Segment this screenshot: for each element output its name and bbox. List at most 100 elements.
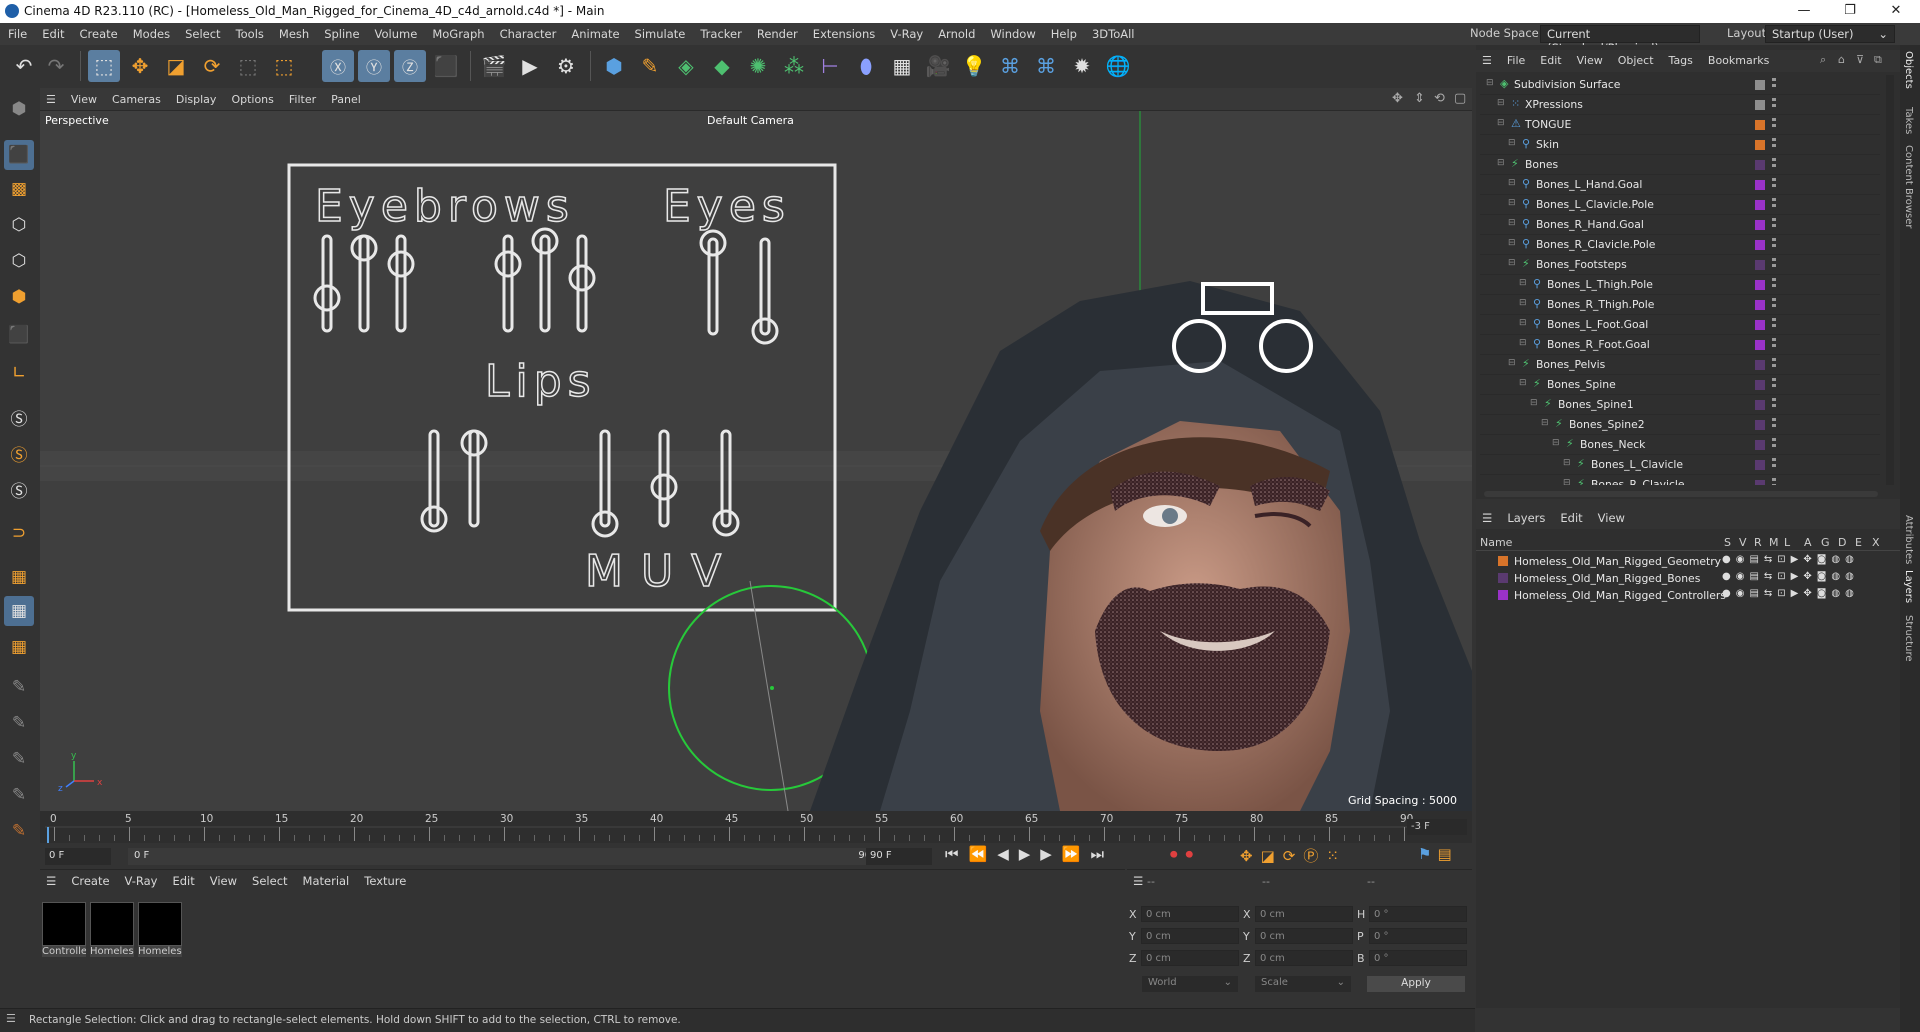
object-tree-row[interactable]: ⊟ ⚡ Bones_Spine2	[1480, 415, 1880, 435]
pos-z-field[interactable]	[1141, 950, 1239, 966]
world-dropdown[interactable]: World ⌄	[1142, 976, 1238, 992]
sculpt-icon[interactable]: ✎	[4, 708, 34, 738]
record-icon[interactable]: ⏺	[1170, 845, 1186, 863]
material-item[interactable]: Homeles	[138, 902, 184, 958]
tab-layers[interactable]: Layers	[1903, 570, 1914, 603]
menu-help[interactable]: Help	[1043, 23, 1084, 45]
visibility-dots[interactable]	[1772, 438, 1776, 450]
object-name[interactable]: Bones_Spine1	[1558, 398, 1634, 411]
scale-dropdown[interactable]: Scale ⌄	[1255, 976, 1351, 992]
vp-menu-panel[interactable]: Panel	[323, 88, 368, 110]
object-tree-row[interactable]: ⊟ ⚡ Bones	[1480, 155, 1880, 175]
search-icon[interactable]: ⌕	[1820, 53, 1826, 67]
object-name[interactable]: Bones_R_Hand.Goal	[1536, 218, 1644, 231]
layer-row[interactable]: Homeless_Old_Man_Rigged_Bones ●◉▤⇆⊡▶✥◙◍◍	[1476, 570, 1876, 587]
vp-menu-options[interactable]: Options	[223, 88, 280, 110]
expand-toggle-icon[interactable]: ⊟	[1508, 238, 1516, 248]
expand-toggle-icon[interactable]: ⊟	[1497, 98, 1505, 108]
col-name[interactable]: Name	[1480, 536, 1512, 549]
layer-color-tag[interactable]	[1755, 320, 1765, 330]
layer-color-tag[interactable]	[1755, 480, 1765, 485]
expand-toggle-icon[interactable]: ⊟	[1508, 138, 1516, 148]
end-frame-field[interactable]: 90 F	[866, 848, 932, 865]
visibility-dots[interactable]	[1772, 158, 1776, 170]
visibility-dots[interactable]	[1772, 458, 1776, 470]
object-hscrollbar[interactable]	[1484, 491, 1878, 497]
brush-icon[interactable]: ✎	[4, 744, 34, 774]
close-button[interactable]: ✕	[1873, 0, 1919, 23]
go-to-start-icon[interactable]: ⏮	[945, 845, 969, 863]
menu-tools[interactable]: Tools	[228, 23, 271, 45]
layer-color-tag[interactable]	[1755, 260, 1765, 270]
tab-takes[interactable]: Takes	[1903, 107, 1914, 134]
object-name[interactable]: Bones_L_Hand.Goal	[1536, 178, 1642, 191]
menu-volume[interactable]: Volume	[367, 23, 425, 45]
render-view-icon[interactable]: 🎬	[478, 50, 510, 82]
undo-icon[interactable]: ↶	[8, 50, 40, 82]
weight-icon[interactable]: ✎	[4, 780, 34, 810]
workplane-snap-icon[interactable]: Ⓢ	[4, 474, 34, 504]
menu-edit[interactable]: Edit	[34, 23, 71, 45]
maximize-view-icon[interactable]: ▢	[1454, 91, 1466, 106]
vp-menu-display[interactable]: Display	[168, 88, 224, 110]
menu-file[interactable]: File	[0, 23, 34, 45]
expand-toggle-icon[interactable]: ⊟	[1497, 158, 1505, 168]
tab-content-browser[interactable]: Content Browser	[1903, 145, 1914, 228]
menu-character[interactable]: Character	[492, 23, 564, 45]
previous-frame-icon[interactable]: ◀	[997, 845, 1019, 863]
vp-menu-filter[interactable]: Filter	[281, 88, 323, 110]
layer-color-swatch[interactable]	[1498, 573, 1508, 583]
expand-toggle-icon[interactable]: ⊟	[1519, 318, 1527, 328]
hamburger-icon[interactable]: ☰	[1476, 50, 1499, 72]
locked-workplane-icon[interactable]: ▦	[4, 596, 34, 626]
go-to-end-icon[interactable]: ⏭	[1091, 845, 1115, 863]
mat-menu-material[interactable]: Material	[295, 870, 357, 892]
layer-color-tag[interactable]	[1755, 160, 1765, 170]
layer-name[interactable]: Homeless_Old_Man_Rigged_Controllers	[1514, 589, 1726, 602]
layer-color-tag[interactable]	[1755, 280, 1765, 290]
object-name[interactable]: Bones_R_Clavicle	[1591, 478, 1685, 485]
object-tree-row[interactable]: ⊟ ⚠ TONGUE	[1480, 115, 1880, 135]
deformer-icon[interactable]: ⊢	[814, 50, 846, 82]
col-s[interactable]: S	[1724, 536, 1731, 549]
object-name[interactable]: Bones_L_Foot.Goal	[1547, 318, 1648, 331]
visibility-dots[interactable]	[1772, 378, 1776, 390]
next-frame-icon[interactable]: ▶	[1040, 845, 1062, 863]
object-tree-row[interactable]: ⊟ ⁙ XPressions	[1480, 95, 1880, 115]
col-a[interactable]: A	[1804, 536, 1812, 549]
pan-view-icon[interactable]: ✥	[1392, 91, 1403, 106]
rot-p-field[interactable]	[1369, 928, 1467, 944]
motion-icon[interactable]: ⚑	[1418, 845, 1437, 863]
layer-color-tag[interactable]	[1755, 120, 1765, 130]
menu-simulate[interactable]: Simulate	[627, 23, 693, 45]
object-tree-row[interactable]: ⊟ ⚲ Bones_L_Thigh.Pole	[1480, 275, 1880, 295]
layer-color-tag[interactable]	[1755, 360, 1765, 370]
tab-structure[interactable]: Structure	[1903, 615, 1914, 662]
expand-toggle-icon[interactable]: ⊟	[1508, 178, 1516, 188]
points-mode-icon[interactable]: ⬡	[4, 210, 34, 240]
object-tree-row[interactable]: ⊟ ⚡ Bones_Pelvis	[1480, 355, 1880, 375]
layer-color-swatch[interactable]	[1498, 556, 1508, 566]
menu-3dtoall[interactable]: 3DToAll	[1084, 23, 1142, 45]
z-axis-lock-icon[interactable]: Ⓩ	[394, 50, 426, 82]
subdivision-icon[interactable]: ◈	[670, 50, 702, 82]
object-tree-row[interactable]: ⊟ ⚲ Bones_R_Thigh.Pole	[1480, 295, 1880, 315]
texture-mode-icon[interactable]: ▩	[4, 174, 34, 204]
visibility-dots[interactable]	[1772, 98, 1776, 110]
layer-row[interactable]: Homeless_Old_Man_Rigged_Controllers ●◉▤⇆⊡…	[1476, 587, 1876, 604]
field-icon[interactable]: ⬮	[850, 50, 882, 82]
visibility-dots[interactable]	[1772, 278, 1776, 290]
obj-menu-view[interactable]: View	[1569, 50, 1610, 72]
expand-toggle-icon[interactable]: ⊟	[1563, 458, 1571, 468]
key-param-icon[interactable]: Ⓟ	[1303, 847, 1326, 865]
col-d[interactable]: D	[1838, 536, 1846, 549]
obj-menu-object[interactable]: Object	[1610, 50, 1661, 72]
light-icon[interactable]: 💡	[958, 50, 990, 82]
menu-arnold[interactable]: Arnold	[930, 23, 982, 45]
layer-menu-edit[interactable]: Edit	[1552, 507, 1589, 529]
material-item[interactable]: Controlle	[42, 902, 88, 958]
rot-h-field[interactable]	[1369, 906, 1467, 922]
col-v[interactable]: V	[1739, 536, 1747, 549]
object-name[interactable]: Skin	[1536, 138, 1559, 151]
layer-menu-view[interactable]: View	[1590, 507, 1632, 529]
